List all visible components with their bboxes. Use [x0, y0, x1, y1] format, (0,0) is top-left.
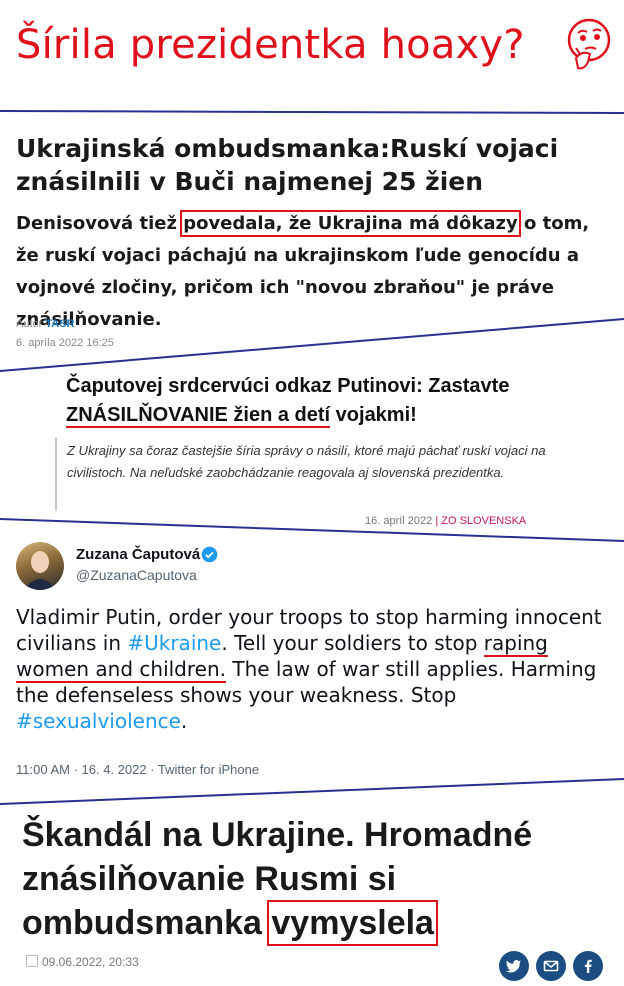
hashtag-link[interactable]: #Ukraine [127, 631, 221, 655]
quote-bar [55, 437, 57, 511]
tweet-meta[interactable]: 11:00 AM · 16. 4. 2022 · Twitter for iPh… [16, 762, 259, 777]
facebook-share-button[interactable] [573, 951, 603, 981]
tweet-author-name[interactable]: Zuzana Čaputová [76, 546, 200, 563]
article-headline[interactable]: Ukrajinská ombudsmanka:Ruskí vojaci znás… [16, 132, 616, 198]
category-link[interactable]: Zo Slovenska [441, 515, 526, 527]
underlined-phrase: ZNÁSILŇOVANIE žien a detí [66, 404, 331, 428]
highlighted-phrase: povedala, že Ukrajina má dôkazy [180, 210, 521, 237]
article-perex: Z Ukrajiny sa čoraz častejšie šíria sprá… [67, 443, 546, 480]
byline: Autor TASR [16, 318, 75, 330]
article-date-4: 09.06.2022, 20:33 [26, 955, 139, 969]
calendar-icon [26, 955, 38, 967]
highlighted-word: vymyslela [267, 900, 438, 946]
facebook-icon [584, 959, 592, 973]
tweet-text-part: . Tell your soldiers to stop [221, 631, 484, 655]
meta-separator: | [435, 515, 439, 527]
tweet-handle[interactable]: @ZuzanaCaputova [76, 567, 197, 583]
article-meta: 16. apríl 2022 | Zo Slovenska [365, 515, 526, 527]
author-label: Autor [16, 318, 43, 330]
headline-text-end: vojakmi! [330, 404, 417, 426]
article-lead: Denisovová tiež povedala, že Ukrajina má… [16, 208, 616, 336]
author-link[interactable]: TASR [45, 318, 74, 330]
headline-text: Čaputovej srdcervúci odkaz Putinovi: Zas… [66, 375, 510, 397]
article-date-2: 16. apríl 2022 [365, 515, 433, 527]
tweet-text-part: . [180, 709, 188, 733]
email-share-button[interactable] [536, 951, 566, 981]
date-text: 09.06.2022, 20:33 [42, 955, 139, 969]
article-headline-4[interactable]: Škandál na Ukrajine. Hromadné znásilňova… [22, 813, 622, 946]
tweet-text: Vladimir Putin, order your troops to sto… [16, 604, 616, 734]
mail-icon [543, 960, 559, 972]
verified-badge-icon [201, 546, 218, 563]
avatar[interactable] [16, 542, 64, 590]
article-date: 6. apríla 2022 16:25 [16, 337, 114, 349]
twitter-icon [506, 960, 521, 973]
twitter-share-button[interactable] [499, 951, 529, 981]
lead-text: Denisovová tiež [16, 213, 184, 234]
hashtag-link[interactable]: #sexualviolence [16, 709, 181, 733]
article-headline-2[interactable]: Čaputovej srdcervúci odkaz Putinovi: Zas… [66, 372, 586, 430]
